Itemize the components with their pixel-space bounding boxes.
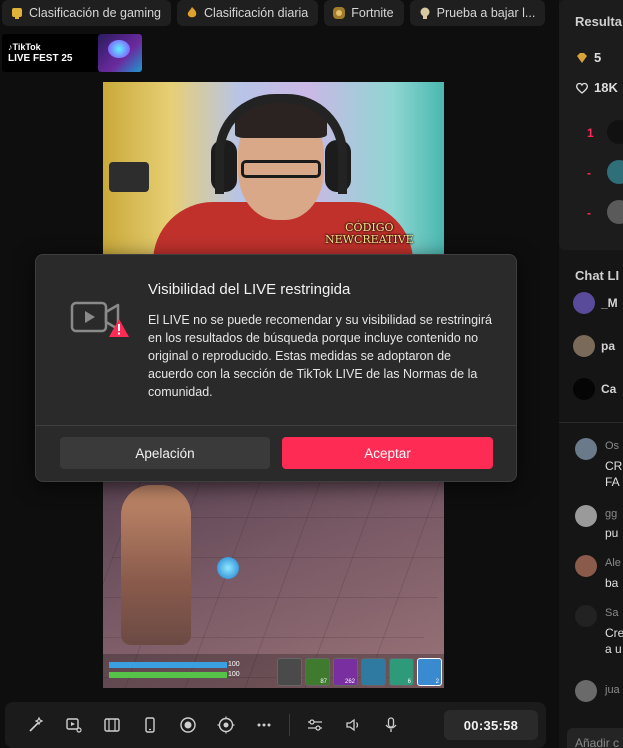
appeal-button[interactable]: Apelación <box>60 437 270 469</box>
dialog-title: Visibilidad del LIVE restringida <box>148 281 351 298</box>
dialog-divider <box>36 425 516 426</box>
dialog-body: El LIVE no se puede recomendar y su visi… <box>148 313 492 399</box>
modal-overlay: Visibilidad del LIVE restringida El LIVE… <box>0 0 623 748</box>
video-warning-icon <box>70 297 130 341</box>
restricted-visibility-dialog: Visibilidad del LIVE restringida El LIVE… <box>35 254 517 482</box>
accept-button[interactable]: Aceptar <box>282 437 493 469</box>
